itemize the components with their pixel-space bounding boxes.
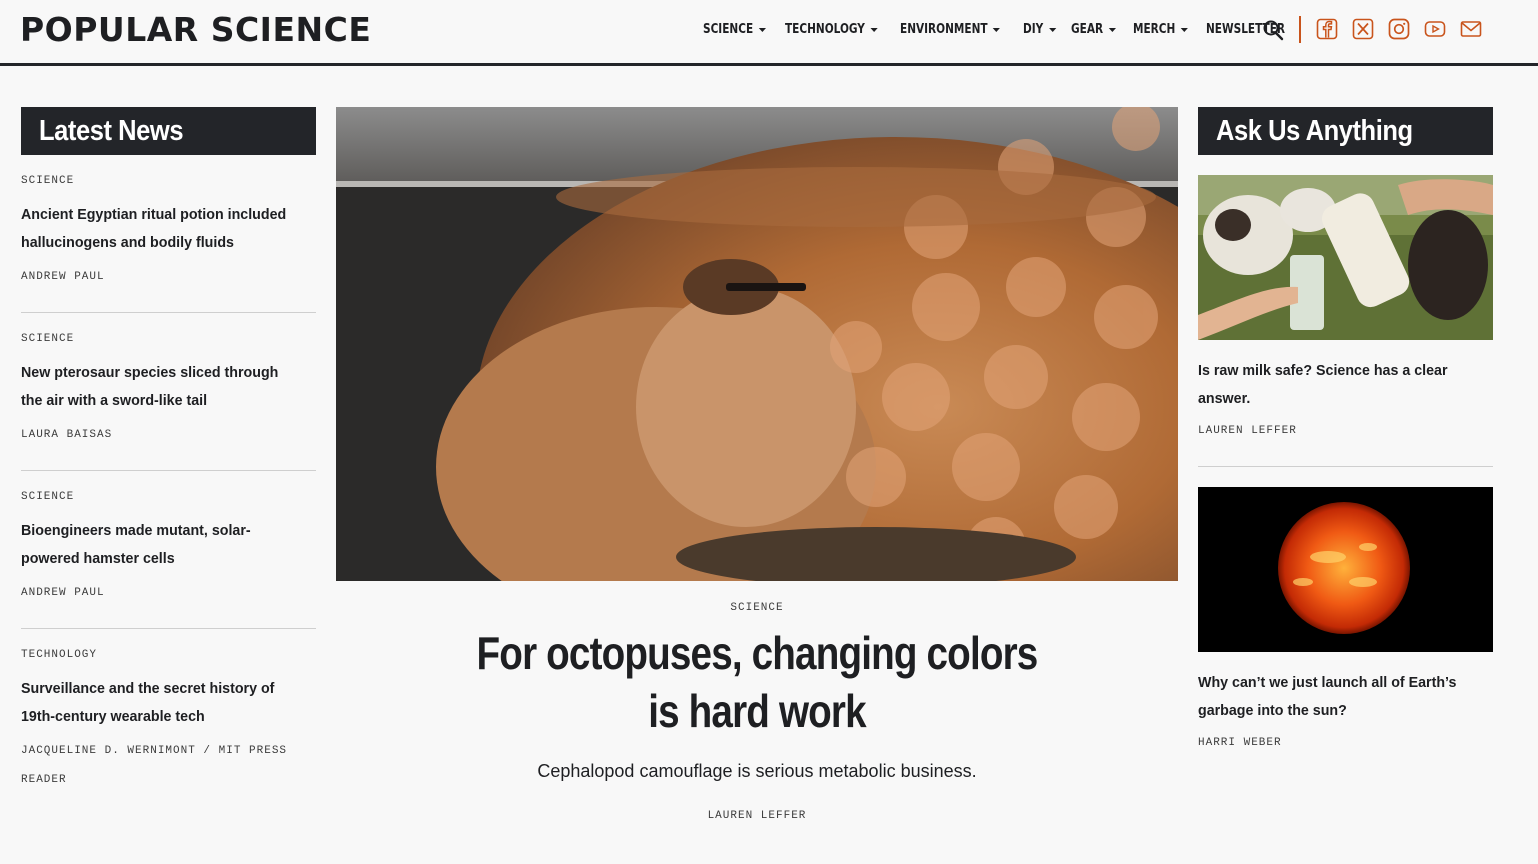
list-item: SCIENCE Ancient Egyptian ritual potion i…: [21, 155, 316, 313]
feature-author[interactable]: LAUREN LEFFER: [336, 810, 1178, 822]
nav-label: ENVIRONMENT: [899, 22, 988, 37]
nav-merch[interactable]: MERCH: [1133, 22, 1188, 37]
chevron-down-icon: [1180, 27, 1188, 32]
nav-label: DIY: [1022, 22, 1044, 37]
chevron-down-icon: [1108, 27, 1117, 32]
site-header: POPULAR SCIENCE SCIENCE TECHNOLOGY ENVIR…: [0, 0, 1538, 66]
article-category[interactable]: SCIENCE: [21, 175, 316, 187]
sun-image[interactable]: [1198, 487, 1493, 652]
article-headline[interactable]: Why can’t we just launch all of Earth’s …: [1198, 669, 1493, 725]
ask-us-anything-heading: Ask Us Anything: [1198, 107, 1493, 155]
article-category[interactable]: SCIENCE: [21, 491, 316, 503]
nav-label: GEAR: [1071, 22, 1104, 37]
mail-icon[interactable]: [1460, 18, 1482, 40]
article-category[interactable]: SCIENCE: [21, 333, 316, 345]
raw-milk-image[interactable]: [1198, 175, 1493, 340]
nav-technology[interactable]: TECHNOLOGY: [785, 22, 878, 37]
feature-image-octopus[interactable]: [336, 107, 1178, 581]
article-author[interactable]: JACQUELINE D. WERNIMONT / MIT PRESS READ…: [21, 737, 316, 795]
nav-gear[interactable]: GEAR: [1071, 22, 1117, 37]
list-item: SCIENCE Bioengineers made mutant, solar-…: [21, 471, 316, 629]
article-headline[interactable]: Bioengineers made mutant, solar-powered …: [21, 517, 316, 573]
article-author[interactable]: HARRI WEBER: [1198, 729, 1493, 758]
chevron-down-icon: [992, 27, 1000, 32]
chevron-down-icon: [1048, 27, 1056, 32]
article-author[interactable]: LAURA BAISAS: [21, 421, 316, 450]
chevron-down-icon: [870, 27, 878, 32]
header-divider: [1299, 16, 1301, 43]
feature-category[interactable]: SCIENCE: [336, 602, 1178, 614]
article-headline[interactable]: Surveillance and the secret history of 1…: [21, 675, 316, 731]
youtube-icon[interactable]: [1424, 18, 1446, 40]
nav-label: SCIENCE: [703, 22, 754, 37]
nav-diy[interactable]: DIY: [1023, 22, 1056, 37]
article-headline[interactable]: Is raw milk safe? Science has a clear an…: [1198, 357, 1493, 413]
nav-environment[interactable]: ENVIRONMENT: [900, 22, 1000, 37]
facebook-icon[interactable]: [1316, 18, 1338, 40]
feature-headline[interactable]: For octopuses, changing colors is hard w…: [400, 624, 1114, 740]
main-nav: SCIENCE TECHNOLOGY ENVIRONMENT DIY GEAR …: [703, 22, 1306, 37]
article-headline[interactable]: New pterosaur species sliced through the…: [21, 359, 316, 415]
ask-us-anything-column: Ask Us Anything Is raw milk safe? Scienc…: [1198, 107, 1493, 778]
latest-news-column: Latest News SCIENCE Ancient Egyptian rit…: [21, 107, 316, 815]
article-category[interactable]: TECHNOLOGY: [21, 649, 316, 661]
x-icon[interactable]: [1352, 18, 1374, 40]
search-icon[interactable]: [1262, 19, 1284, 41]
site-logo[interactable]: POPULAR SCIENCE: [20, 10, 371, 49]
list-item: Is raw milk safe? Science has a clear an…: [1198, 175, 1493, 467]
nav-science[interactable]: SCIENCE: [703, 22, 766, 37]
feature-dek: Cephalopod camouflage is serious metabol…: [537, 761, 977, 781]
article-author[interactable]: ANDREW PAUL: [21, 579, 316, 608]
latest-news-heading: Latest News: [21, 107, 316, 155]
article-headline[interactable]: Ancient Egyptian ritual potion included …: [21, 201, 316, 257]
list-item: SCIENCE New pterosaur species sliced thr…: [21, 313, 316, 471]
nav-label: TECHNOLOGY: [784, 22, 865, 37]
article-author[interactable]: ANDREW PAUL: [21, 263, 316, 292]
list-item: Why can’t we just launch all of Earth’s …: [1198, 487, 1493, 778]
nav-label: MERCH: [1133, 22, 1176, 37]
list-item: TECHNOLOGY Surveillance and the secret h…: [21, 629, 316, 815]
chevron-down-icon: [758, 27, 766, 32]
article-author[interactable]: LAUREN LEFFER: [1198, 417, 1493, 446]
instagram-icon[interactable]: [1388, 18, 1410, 40]
